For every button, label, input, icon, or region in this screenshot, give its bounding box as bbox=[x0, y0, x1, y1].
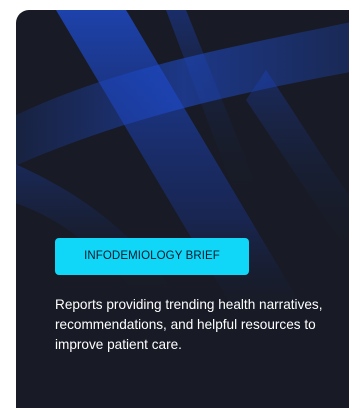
infodemiology-brief-card[interactable]: INFODEMIOLOGY BRIEF Reports providing tr… bbox=[16, 10, 349, 408]
category-badge: INFODEMIOLOGY BRIEF bbox=[55, 238, 249, 275]
card-description: Reports providing trending health narrat… bbox=[55, 297, 323, 352]
